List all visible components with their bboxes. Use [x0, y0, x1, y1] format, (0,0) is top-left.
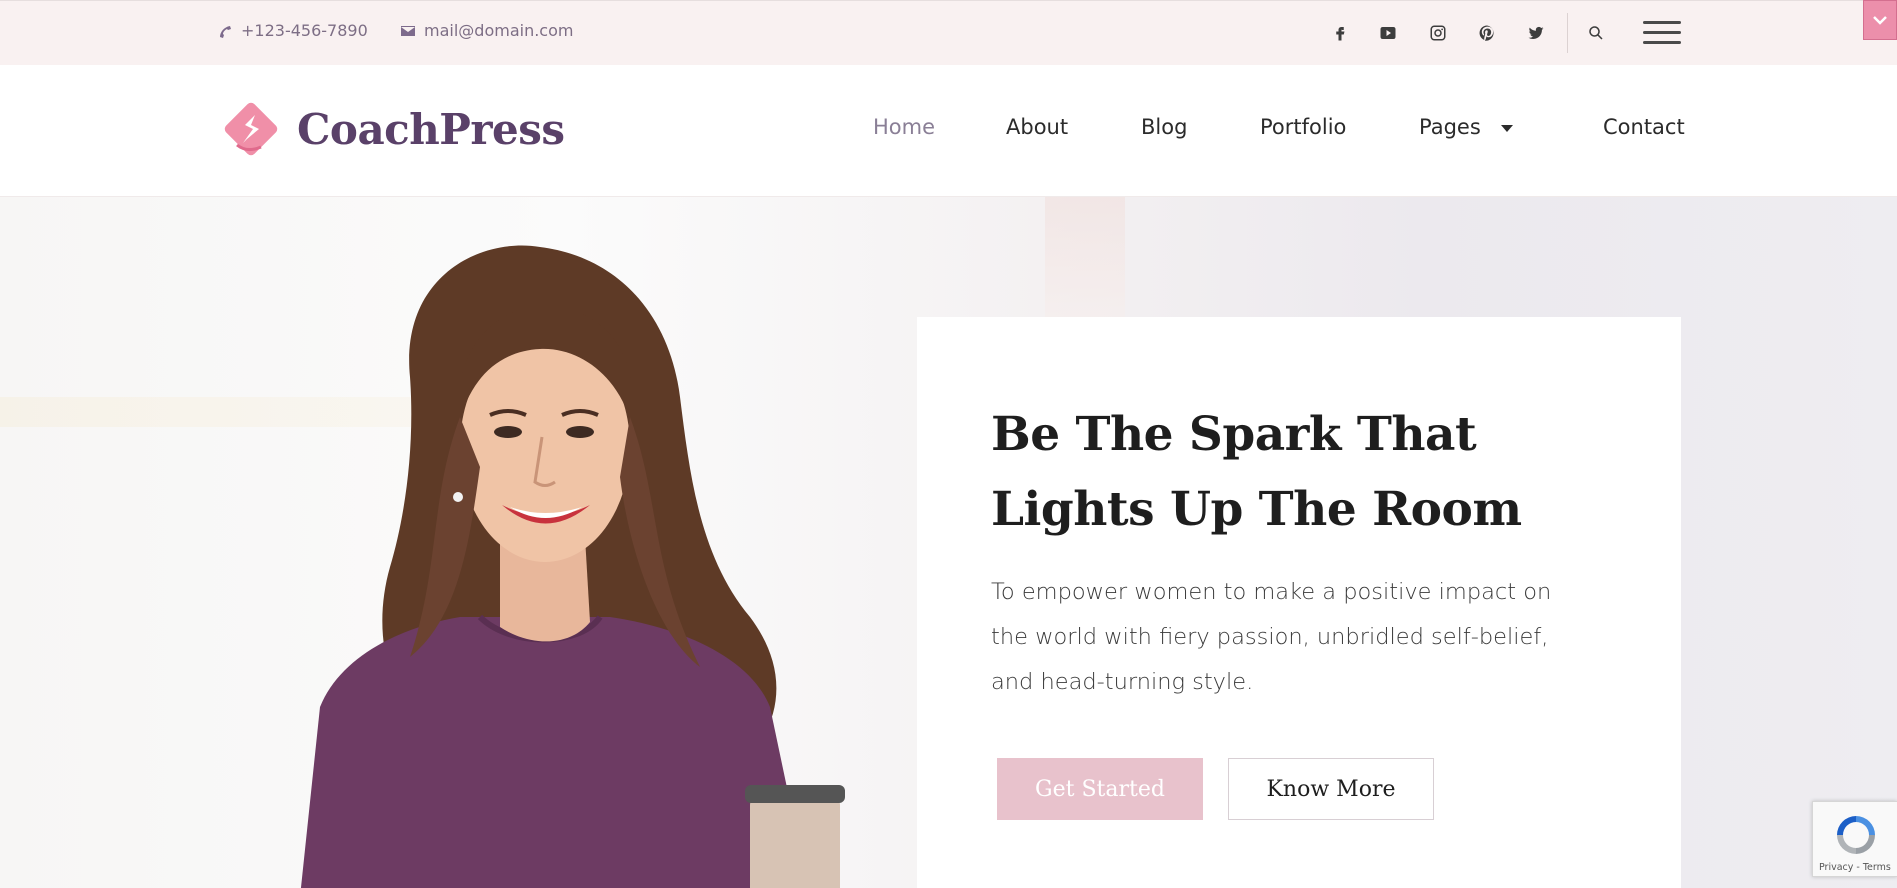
email-address: mail@domain.com	[424, 21, 574, 40]
recaptcha-links[interactable]: Privacy - Terms	[1819, 862, 1891, 873]
hero-section: Be The Spark That Lights Up The Room To …	[0, 197, 1897, 888]
email-contact[interactable]: mail@domain.com	[400, 21, 573, 40]
recaptcha-icon	[1837, 816, 1875, 854]
envelope-icon	[401, 25, 415, 36]
caret-down-icon[interactable]	[1500, 124, 1513, 132]
chevron-down-icon[interactable]	[1863, 0, 1897, 40]
hero-content-card: Be The Spark That Lights Up The Room To …	[917, 317, 1681, 888]
nav-pages[interactable]: Pages	[1419, 115, 1513, 139]
nav-about[interactable]: About	[1006, 115, 1068, 139]
nav-contact[interactable]: Contact	[1603, 115, 1685, 139]
facebook-icon[interactable]	[1327, 20, 1353, 46]
hero-title: Be The Spark That Lights Up The Room	[991, 407, 1522, 537]
get-started-button[interactable]: Get Started	[997, 758, 1203, 820]
topbar-divider	[1567, 13, 1568, 53]
know-more-button[interactable]: Know More	[1228, 758, 1434, 820]
logo-text: CoachPress	[297, 104, 565, 154]
twitter-icon[interactable]	[1523, 20, 1549, 46]
hero-portrait-image	[300, 245, 845, 888]
search-icon[interactable]	[1583, 20, 1609, 46]
main-header: CoachPress Home About Blog Portfolio Pag…	[0, 65, 1897, 197]
hero-description: To empower women to make a positive impa…	[991, 579, 1552, 695]
instagram-icon[interactable]	[1425, 20, 1451, 46]
top-bar: +123-456-7890 mail@domain.com	[0, 0, 1897, 65]
phone-number: +123-456-7890	[241, 21, 368, 40]
nav-blog[interactable]: Blog	[1141, 115, 1187, 139]
logo-mark-icon	[224, 102, 278, 156]
phone-icon	[220, 25, 231, 38]
nav-pages-label: Pages	[1419, 115, 1481, 139]
nav-portfolio[interactable]: Portfolio	[1260, 115, 1346, 139]
hamburger-menu-icon[interactable]	[1643, 21, 1681, 47]
site-logo[interactable]: CoachPress	[217, 95, 565, 163]
nav-home[interactable]: Home	[873, 115, 935, 139]
hero-background-accent	[1045, 197, 1125, 327]
recaptcha-badge[interactable]: Privacy - Terms	[1812, 801, 1897, 877]
youtube-icon[interactable]	[1375, 20, 1401, 46]
pinterest-icon[interactable]	[1474, 20, 1500, 46]
phone-contact[interactable]: +123-456-7890	[217, 21, 368, 40]
